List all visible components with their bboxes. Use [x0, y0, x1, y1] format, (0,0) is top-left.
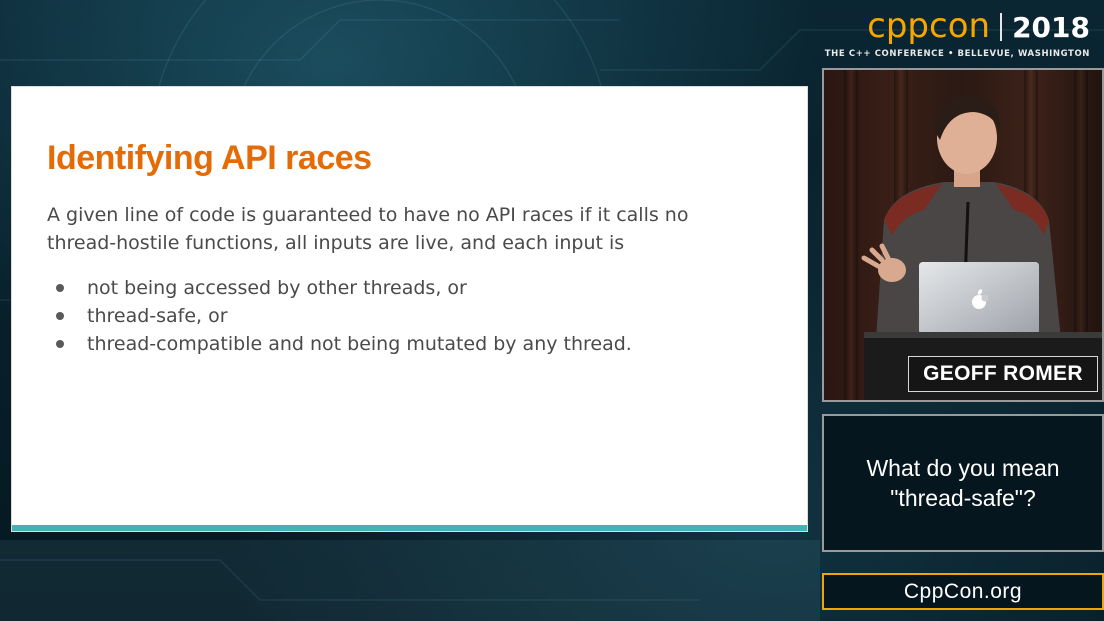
brand-divider	[1000, 13, 1003, 41]
slide-accent-bar	[12, 525, 807, 531]
speaker-illustration	[861, 96, 1102, 400]
slide-title: Identifying API races	[47, 139, 372, 177]
conference-subtitle: THE C++ CONFERENCE • BELLEVUE, WASHINGTO…	[824, 49, 1090, 59]
slide-bullet-list: not being accessed by other threads, or …	[47, 274, 632, 358]
cppcon-logo: cppcon	[867, 6, 991, 46]
list-item: not being accessed by other threads, or	[47, 274, 632, 302]
bullet-icon	[56, 284, 64, 292]
bullet-icon	[56, 340, 64, 348]
bullet-text: thread-safe, or	[87, 305, 228, 327]
website-link[interactable]: CppCon.org	[822, 573, 1104, 610]
speaker-video: GEOFF ROMER	[822, 68, 1104, 402]
session-title: What do you mean "thread-safe"?	[866, 455, 1060, 511]
bullet-icon	[56, 312, 64, 320]
speaker-name-plate: GEOFF ROMER	[908, 356, 1098, 392]
bullet-text: not being accessed by other threads, or	[87, 277, 467, 299]
presentation-slide: Identifying API races A given line of co…	[11, 86, 808, 532]
list-item: thread-safe, or	[47, 302, 632, 330]
conference-year: 2018	[1012, 11, 1090, 44]
list-item: thread-compatible and not being mutated …	[47, 330, 632, 358]
conference-brand: cppcon 2018 THE C++ CONFERENCE • BELLEVU…	[825, 8, 1090, 59]
bullet-text: thread-compatible and not being mutated …	[87, 333, 632, 355]
slide-intro-text: A given line of code is guaranteed to ha…	[47, 204, 689, 254]
session-title-panel: What do you mean "thread-safe"?	[822, 414, 1104, 552]
